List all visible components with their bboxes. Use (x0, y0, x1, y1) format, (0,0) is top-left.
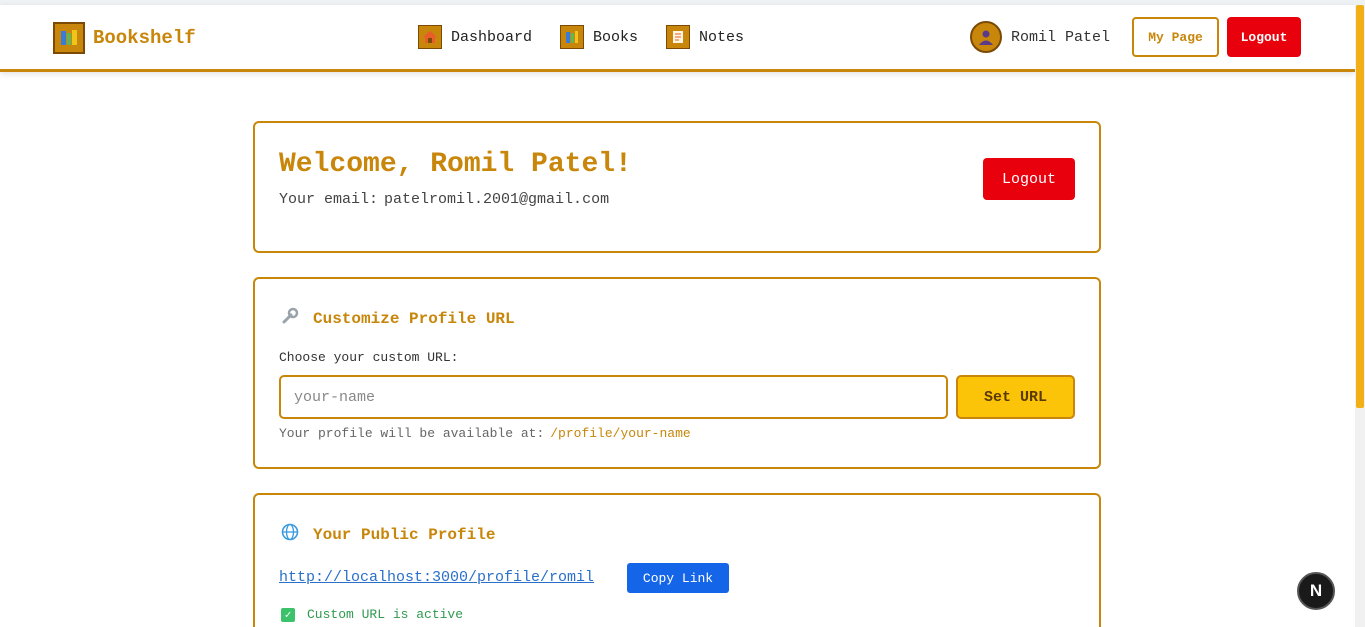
user-avatar-icon (970, 21, 1002, 53)
welcome-title: Welcome, Romil Patel! (279, 149, 632, 180)
url-status-text: Custom URL is active (307, 607, 464, 622)
nav-link-label: Books (593, 28, 639, 46)
user-email: Your email: patelromil.2001@gmail.com (279, 191, 609, 208)
user-menu[interactable]: Romil Patel (970, 21, 1110, 53)
public-profile-link[interactable]: http://localhost:3000/profile/romil (279, 569, 594, 586)
profile-url-hint: Your profile will be available at: /profi… (279, 426, 691, 441)
nav-link-notes[interactable]: Notes (666, 25, 744, 49)
custom-url-label: Choose your custom URL: (279, 350, 459, 365)
user-name: Romil Patel (1011, 28, 1111, 46)
navbar-logout-button[interactable]: Logout (1227, 17, 1301, 57)
public-profile-heading: Your Public Profile (281, 523, 495, 546)
url-status: ✓ Custom URL is active (281, 607, 463, 622)
customize-url-card: Customize Profile URL Choose your custom… (253, 277, 1101, 469)
nav-link-dashboard[interactable]: Dashboard (418, 25, 532, 49)
memo-icon (666, 25, 691, 49)
house-icon (418, 25, 442, 49)
nav-links: Dashboard Books Notes (418, 25, 772, 49)
dev-tools-badge[interactable]: N (1297, 572, 1335, 610)
my-page-button[interactable]: My Page (1132, 17, 1219, 57)
public-profile-title: Your Public Profile (313, 525, 496, 544)
nav-link-label: Notes (699, 28, 745, 46)
custom-url-input[interactable] (279, 375, 948, 419)
books-icon (53, 22, 85, 54)
nav-link-label: Dashboard (451, 28, 533, 46)
customize-url-heading: Customize Profile URL (281, 307, 515, 330)
wrench-icon (281, 307, 299, 330)
email-label: Your email: (279, 191, 379, 208)
customize-url-title: Customize Profile URL (313, 309, 515, 328)
email-value: patelromil.2001@gmail.com (384, 191, 610, 208)
public-profile-card: Your Public Profile http://localhost:300… (253, 493, 1101, 627)
scrollbar-thumb[interactable] (1356, 5, 1364, 408)
profile-url-hint-prefix: Your profile will be available at: (279, 426, 545, 441)
navbar: Bookshelf Dashboard Books Notes Romil Pa… (0, 5, 1355, 72)
welcome-logout-button[interactable]: Logout (983, 158, 1075, 200)
books-icon (560, 25, 585, 49)
brand-link[interactable]: Bookshelf (53, 22, 196, 54)
welcome-card: Welcome, Romil Patel! Your email: patelro… (253, 121, 1101, 253)
check-icon: ✓ (281, 607, 295, 622)
brand-name: Bookshelf (93, 27, 196, 49)
profile-url-preview: /profile/your-name (550, 426, 691, 441)
set-url-button[interactable]: Set URL (956, 375, 1075, 419)
copy-link-button[interactable]: Copy Link (627, 563, 729, 593)
globe-icon (281, 523, 299, 546)
nav-link-books[interactable]: Books (560, 25, 638, 49)
